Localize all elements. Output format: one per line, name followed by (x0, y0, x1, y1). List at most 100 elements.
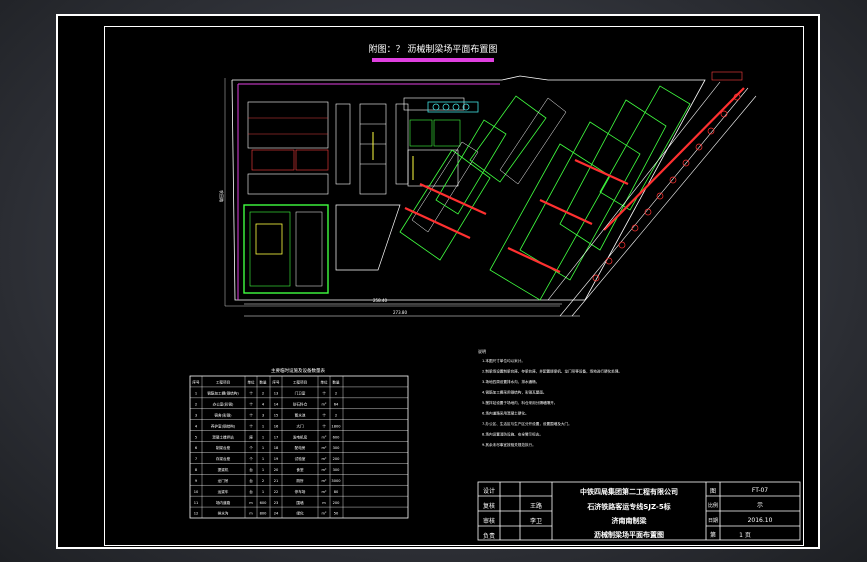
legend-cell: 龙门吊 (218, 478, 229, 483)
legend-cell: 个 (322, 391, 326, 396)
legend-cell: m² (322, 457, 328, 461)
legend-cell: 停车场 (295, 489, 306, 494)
legend-cell: m (322, 501, 326, 505)
legend-header-cell: 单位 (320, 380, 328, 385)
tb-sheet-value: 1 页 (739, 532, 751, 539)
legend-cell: 3000 (331, 479, 341, 483)
legend-cell: 钢筋加工棚(钢结构) (207, 391, 239, 396)
tb-signature-review: 李卫 (530, 517, 542, 525)
tb-label-design: 设计 (483, 487, 495, 495)
legend-cell: 座 (249, 434, 253, 439)
legend-cell: 配电房 (295, 445, 306, 450)
legend-cell: 制梁台座 (216, 445, 231, 450)
legend-cell: 21 (274, 479, 279, 483)
legend-cell: 4 (262, 402, 265, 406)
legend-cell: 23 (274, 501, 279, 505)
legend-cell: 台 (249, 489, 253, 494)
tb-project: 石济铁路客运专线SJZ-5标 (586, 502, 670, 511)
legend-cell: 22 (274, 490, 279, 494)
dimension-label-1: 258.40 (373, 298, 387, 303)
tb-label-charge: 负责 (483, 532, 495, 540)
legend-cell: 台 (249, 478, 253, 483)
legend-cell: 12 (194, 512, 199, 516)
legend-header-cell: 数量 (332, 380, 340, 385)
legend-cell: m (249, 501, 253, 505)
legend-cell: 提梁机 (218, 467, 229, 472)
track-markers (592, 93, 741, 282)
legend-cell: 300 (333, 446, 341, 450)
legend-cell: 养护室(钢结构) (211, 423, 236, 428)
tb-sheet-label: 第 (710, 531, 716, 539)
legend-cell: 试验室 (295, 456, 306, 461)
legend-cell: 1800 (331, 424, 341, 428)
legend-cell: m² (322, 402, 328, 406)
drawing-title: 附图：？ 沥械制梁场平面布置图 (369, 43, 498, 55)
legend-cell: 场内道路 (216, 500, 231, 505)
legend-table-grid: 序号 工程项目 单位 数量 序号 工程项目 单位 数量1 钢筋加工棚(钢结构) 个 2 13 门卫室个 2… (190, 376, 408, 518)
legend-cell: 个 (322, 423, 326, 428)
tb-date-label: 日期 (708, 518, 718, 524)
tb-scale: 示 (757, 502, 763, 509)
legend-table-title: 主要临时设施及设备数量表 (271, 367, 325, 374)
legend-cell: 1 (262, 424, 264, 428)
legend-cell: 个 (249, 391, 253, 396)
notes-line: 9.其余未尽事宜按相关规范执行。 (482, 442, 536, 447)
tb-label-review: 审核 (483, 517, 495, 525)
legend-cell: 800 (260, 512, 268, 516)
legend-cell: 7 (195, 457, 197, 461)
site-boundary (231, 75, 706, 301)
legend-cell: 13 (274, 392, 279, 396)
legend-cell: 16 (274, 424, 279, 428)
legend-header-cell: 单位 (247, 380, 255, 385)
legend-cell: 5 (195, 435, 197, 439)
legend-cell: 4 (195, 424, 198, 428)
notes-title: 说明 (478, 348, 486, 354)
legend-cell: m (249, 512, 253, 516)
tb-date: 2016.10 (748, 517, 773, 524)
legend-header-cell: 数量 (259, 380, 267, 385)
legend-cell: 3 (195, 413, 197, 417)
legend-cell: 台 (249, 467, 253, 472)
legend-cell: 2 (335, 413, 337, 417)
legend-cell: m² (322, 479, 328, 483)
legend-cell: 围墙 (296, 500, 304, 505)
legend-cell: 个 (249, 401, 253, 406)
legend-cell: 混凝土搅拌站 (212, 434, 234, 439)
legend-header-cell: 序号 (272, 380, 280, 385)
legend-header-cell: 工程项目 (216, 380, 230, 385)
legend-cell: 个 (322, 412, 326, 417)
legend-cell: 排水沟 (218, 511, 229, 516)
legend-header-cell: 工程项目 (293, 380, 307, 385)
legend-cell: 存梁台座 (216, 456, 231, 461)
title-underline (372, 58, 494, 62)
title-block-center: 中铁四局集团第二工程有限公司 石济铁路客运专线SJZ-5标 济南南制梁 沥械制梁… (580, 487, 678, 539)
legend-cell: 食堂 (296, 467, 304, 472)
legend-cell: 10 (194, 490, 199, 494)
legend-cell: 1 (262, 468, 264, 472)
legend-cell: 办公室(彩钢) (213, 401, 234, 406)
legend-cell: 17 (274, 435, 279, 439)
legend-cell: 大门 (296, 423, 304, 428)
legend-cell: 个 (249, 412, 253, 417)
legend-cell: 9 (195, 479, 198, 483)
site-plan (224, 75, 706, 307)
tb-company: 中铁四局集团第二工程有限公司 (580, 487, 678, 496)
tb-drawing-name: 沥械制梁场平面布置图 (594, 530, 664, 539)
legend-cell: 1 (262, 446, 264, 450)
legend-cell: 64 (334, 402, 339, 406)
notes-line: 1.本图尺寸单位均以米计。 (482, 358, 525, 363)
legend-cell: 发电机房 (293, 434, 308, 439)
notes-line: 5.搅拌站设置于场地内，料仓采用分隔墙隔开。 (482, 400, 557, 405)
title-block-right: 图 FT-07 比例 示 日期 2016.10 第 1 页 (708, 487, 773, 539)
tb-drawing-no-label: 图 (710, 488, 716, 495)
legend-cell: 蓄水池 (295, 412, 306, 417)
notes-line: 6.场内道路采用混凝土硬化。 (482, 411, 529, 416)
notes-line: 7.办公区、生活区与生产区分开设置，设置围墙及大门。 (482, 421, 572, 426)
cad-drawing-canvas[interactable]: 附图：？ 沥械制梁场平面布置图 258.40 273.80 农田路 主要临时设施… (0, 0, 867, 562)
legend-cell: 个 (249, 456, 253, 461)
notes-line: 8.场内设置消防设施、安全警示标志。 (482, 432, 543, 437)
legend-cell: 200 (333, 457, 341, 461)
tb-department: 济南南制梁 (612, 516, 648, 525)
legend-cell: m² (322, 468, 328, 472)
legend-cell: 24 (274, 512, 279, 516)
